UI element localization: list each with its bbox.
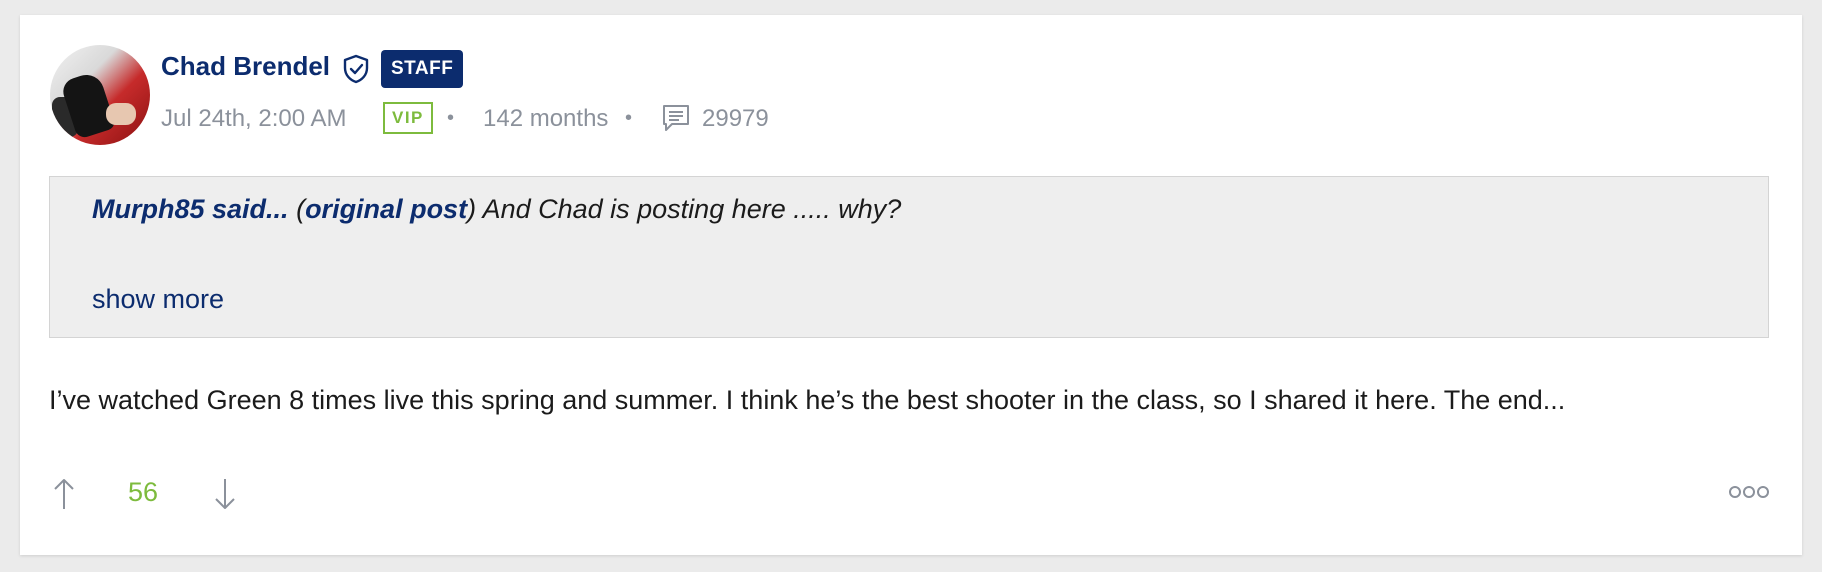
arrow-up-icon[interactable] <box>52 477 76 511</box>
quote-text: And Chad is posting here ..... why? <box>476 194 902 224</box>
post-timestamp[interactable]: Jul 24th, 2:00 AM <box>161 103 346 135</box>
membership-duration: 142 months <box>483 105 609 132</box>
show-more-link[interactable]: show more <box>92 284 224 315</box>
meta-separator: • <box>447 107 455 129</box>
arrow-down-icon[interactable] <box>213 477 237 511</box>
original-post-link[interactable]: original post <box>305 194 467 224</box>
quote-link-paren: ) <box>467 194 477 224</box>
shield-check-icon <box>343 54 369 84</box>
more-options-icon[interactable] <box>1728 482 1770 502</box>
quote-line: Murph85 said... (original post) And Chad… <box>92 194 901 225</box>
meta-separator: • <box>625 107 633 129</box>
quote-block: Murph85 said... (original post) And Chad… <box>49 176 1769 338</box>
staff-badge: STAFF <box>381 50 464 88</box>
avatar-photo-shape <box>106 103 136 125</box>
vip-badge: VIP <box>383 102 433 134</box>
vote-score: 56 <box>128 477 159 507</box>
forum-post-card: Chad Brendel STAFF Jul 24th, 2:00 AM VIP… <box>20 15 1802 555</box>
comment-icon <box>663 105 689 131</box>
quote-link-paren: ( <box>296 194 306 224</box>
author-avatar[interactable] <box>50 45 150 145</box>
post-body: I’ve watched Green 8 times live this spr… <box>49 385 1566 415</box>
quote-author: Murph85 said... <box>92 194 289 224</box>
post-count: 29979 <box>702 105 769 132</box>
author-name-link[interactable]: Chad Brendel <box>161 51 330 82</box>
